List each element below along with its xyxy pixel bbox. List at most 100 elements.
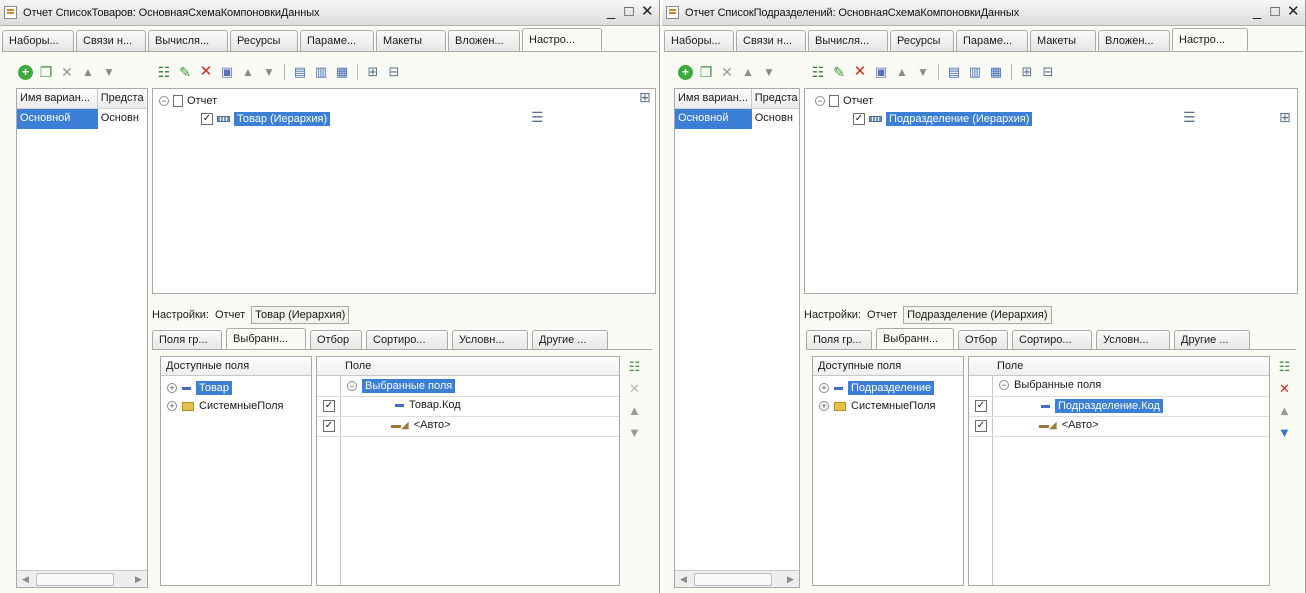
move-up-icon[interactable]: ▲ — [628, 404, 641, 418]
move-down-icon[interactable]: ▼ — [261, 64, 277, 80]
column-header-name[interactable]: Имя вариан... — [17, 89, 98, 108]
properties-icon[interactable]: ▣ — [873, 64, 889, 80]
selected-fields-grid[interactable]: Поле − Выбранные поля ✓ Товар.Код ✓ ▬◢ <… — [316, 356, 620, 586]
maximize-button[interactable]: □ — [623, 4, 635, 20]
add-field-icon[interactable]: ☷ — [629, 360, 641, 374]
tab-nested[interactable]: Вложен... — [1098, 30, 1170, 51]
table-row[interactable]: ✓ Подразделение.Код — [969, 397, 1269, 417]
variants-list[interactable]: Имя вариан... Предста Основной Основн ◀ … — [16, 88, 148, 588]
available-fields[interactable]: Доступные поля + Товар + СистемныеПоля — [160, 356, 312, 586]
minimize-button[interactable]: _ — [605, 4, 617, 20]
tab-other[interactable]: Другие ... — [1174, 330, 1250, 349]
maximize-button[interactable]: □ — [1269, 4, 1281, 20]
group-checkbox[interactable]: ✓ — [201, 113, 213, 125]
copy-icon[interactable]: ❐ — [698, 64, 714, 80]
tab-settings[interactable]: Настро... — [1172, 28, 1248, 51]
move-up-icon[interactable]: ▲ — [240, 64, 256, 80]
tab-selected-fields[interactable]: Выбранн... — [876, 328, 954, 349]
available-field[interactable]: + Товар — [167, 379, 232, 397]
scroll-right-icon[interactable]: ▶ — [782, 574, 799, 585]
settings-icon[interactable]: ▤ — [946, 64, 962, 80]
tab-sort[interactable]: Сортиро... — [366, 330, 448, 349]
settings-icon[interactable]: ▤ — [292, 64, 308, 80]
collapse-icon[interactable]: − — [815, 96, 825, 106]
scroll-thumb[interactable] — [694, 572, 772, 586]
field-checkbox[interactable]: ✓ — [975, 420, 987, 432]
tab-other[interactable]: Другие ... — [532, 330, 608, 349]
tab-templates[interactable]: Макеты — [1030, 30, 1096, 51]
tab-settings[interactable]: Настро... — [522, 28, 602, 51]
settings-path-root[interactable]: Отчет — [867, 309, 897, 321]
group-structure-icon[interactable]: ⊟ — [386, 64, 402, 80]
tab-links[interactable]: Связи н... — [736, 30, 806, 51]
default-settings-icon[interactable]: ▦ — [334, 64, 350, 80]
tab-filter[interactable]: Отбор — [958, 330, 1008, 349]
move-down-icon[interactable]: ▼ — [101, 64, 117, 80]
tab-datasets[interactable]: Наборы... — [664, 30, 734, 51]
selected-fields-grid[interactable]: Поле − Выбранные поля ✓ Подразделение.Ко… — [968, 356, 1270, 586]
user-settings-icon[interactable]: ▥ — [313, 64, 329, 80]
structure-tree[interactable]: − Отчет ✓ Подразделение (Иерархия) ☰ ⊞ — [804, 88, 1298, 294]
available-field[interactable]: + СистемныеПоля — [819, 397, 935, 415]
close-button[interactable]: ✕ — [641, 4, 654, 20]
properties-icon[interactable]: ▣ — [219, 64, 235, 80]
settings-path-item[interactable]: Товар (Иерархия) — [251, 306, 350, 324]
title-bar[interactable]: Отчет СписокПодразделений: ОсновнаяСхема… — [662, 0, 1305, 26]
move-down-icon[interactable]: ▼ — [628, 426, 641, 440]
expand-icon[interactable]: + — [167, 383, 177, 393]
tab-group-fields[interactable]: Поля гр... — [806, 330, 872, 349]
table-row[interactable]: ✓ ▬◢ <Авто> — [317, 417, 619, 437]
variants-list[interactable]: Имя вариан... Предста Основной Основн ◀ … — [674, 88, 800, 588]
tab-group-fields[interactable]: Поля гр... — [152, 330, 222, 349]
field-column-header[interactable]: Поле — [345, 360, 371, 372]
delete-field-icon[interactable]: ✕ — [1279, 382, 1290, 396]
column-header-repr[interactable]: Предста — [98, 89, 147, 108]
copy-icon[interactable]: ❐ — [38, 64, 54, 80]
move-down-icon[interactable]: ▼ — [915, 64, 931, 80]
move-down-icon[interactable]: ▼ — [761, 64, 777, 80]
add-group-icon[interactable]: ☷ — [156, 64, 172, 80]
move-up-icon[interactable]: ▲ — [894, 64, 910, 80]
structure-icon[interactable]: ⊞ — [1019, 64, 1035, 80]
add-icon[interactable]: + — [18, 64, 33, 80]
column-header-repr[interactable]: Предста — [752, 89, 799, 108]
available-field[interactable]: + Подразделение — [819, 379, 935, 397]
field-column-header[interactable]: Поле — [997, 360, 1023, 372]
move-up-icon[interactable]: ▲ — [740, 64, 756, 80]
scroll-right-icon[interactable]: ▶ — [130, 574, 147, 585]
structure-tree[interactable]: − Отчет ✓ Товар (Иерархия) ☰ ⊞ — [152, 88, 656, 294]
tree-root[interactable]: − Отчет — [815, 92, 873, 110]
expand-icon[interactable]: + — [819, 401, 829, 411]
title-bar[interactable]: Отчет СписокТоваров: ОсновнаяСхемаКомпон… — [0, 0, 659, 26]
list-item[interactable]: Основной Основн — [17, 109, 147, 129]
table-row[interactable]: ✓ Товар.Код — [317, 397, 619, 417]
tab-templates[interactable]: Макеты — [376, 30, 446, 51]
delete-icon[interactable]: ✕ — [59, 64, 75, 80]
expand-icon[interactable]: + — [167, 401, 177, 411]
tab-datasets[interactable]: Наборы... — [2, 30, 74, 51]
column-header-name[interactable]: Имя вариан... — [675, 89, 752, 108]
delete-red-icon[interactable]: ✕ — [198, 64, 214, 80]
scroll-thumb[interactable] — [36, 572, 114, 586]
tab-calculated[interactable]: Вычисля... — [148, 30, 228, 51]
group-checkbox[interactable]: ✓ — [853, 113, 865, 125]
user-settings-icon[interactable]: ▥ — [967, 64, 983, 80]
tab-filter[interactable]: Отбор — [310, 330, 362, 349]
table-row[interactable]: − Выбранные поля — [317, 377, 619, 397]
delete-icon[interactable]: ✕ — [719, 64, 735, 80]
add-icon[interactable]: + — [678, 64, 693, 80]
group-structure-icon[interactable]: ⊟ — [1040, 64, 1056, 80]
delete-red-icon[interactable]: ✕ — [852, 64, 868, 80]
minimize-button[interactable]: _ — [1251, 4, 1263, 20]
edit-icon[interactable]: ✎ — [831, 64, 847, 80]
horizontal-scrollbar[interactable]: ◀ ▶ — [675, 570, 799, 587]
tab-conditional[interactable]: Условн... — [1096, 330, 1170, 349]
scroll-left-icon[interactable]: ◀ — [675, 574, 692, 585]
scroll-left-icon[interactable]: ◀ — [17, 574, 34, 585]
collapse-icon[interactable]: − — [347, 381, 357, 391]
tree-group[interactable]: ✓ Подразделение (Иерархия) — [853, 110, 1033, 128]
available-field[interactable]: + СистемныеПоля — [167, 397, 283, 415]
tree-group[interactable]: ✓ Товар (Иерархия) — [201, 110, 331, 128]
tab-links[interactable]: Связи н... — [76, 30, 146, 51]
move-down-icon[interactable]: ▼ — [1278, 426, 1291, 440]
